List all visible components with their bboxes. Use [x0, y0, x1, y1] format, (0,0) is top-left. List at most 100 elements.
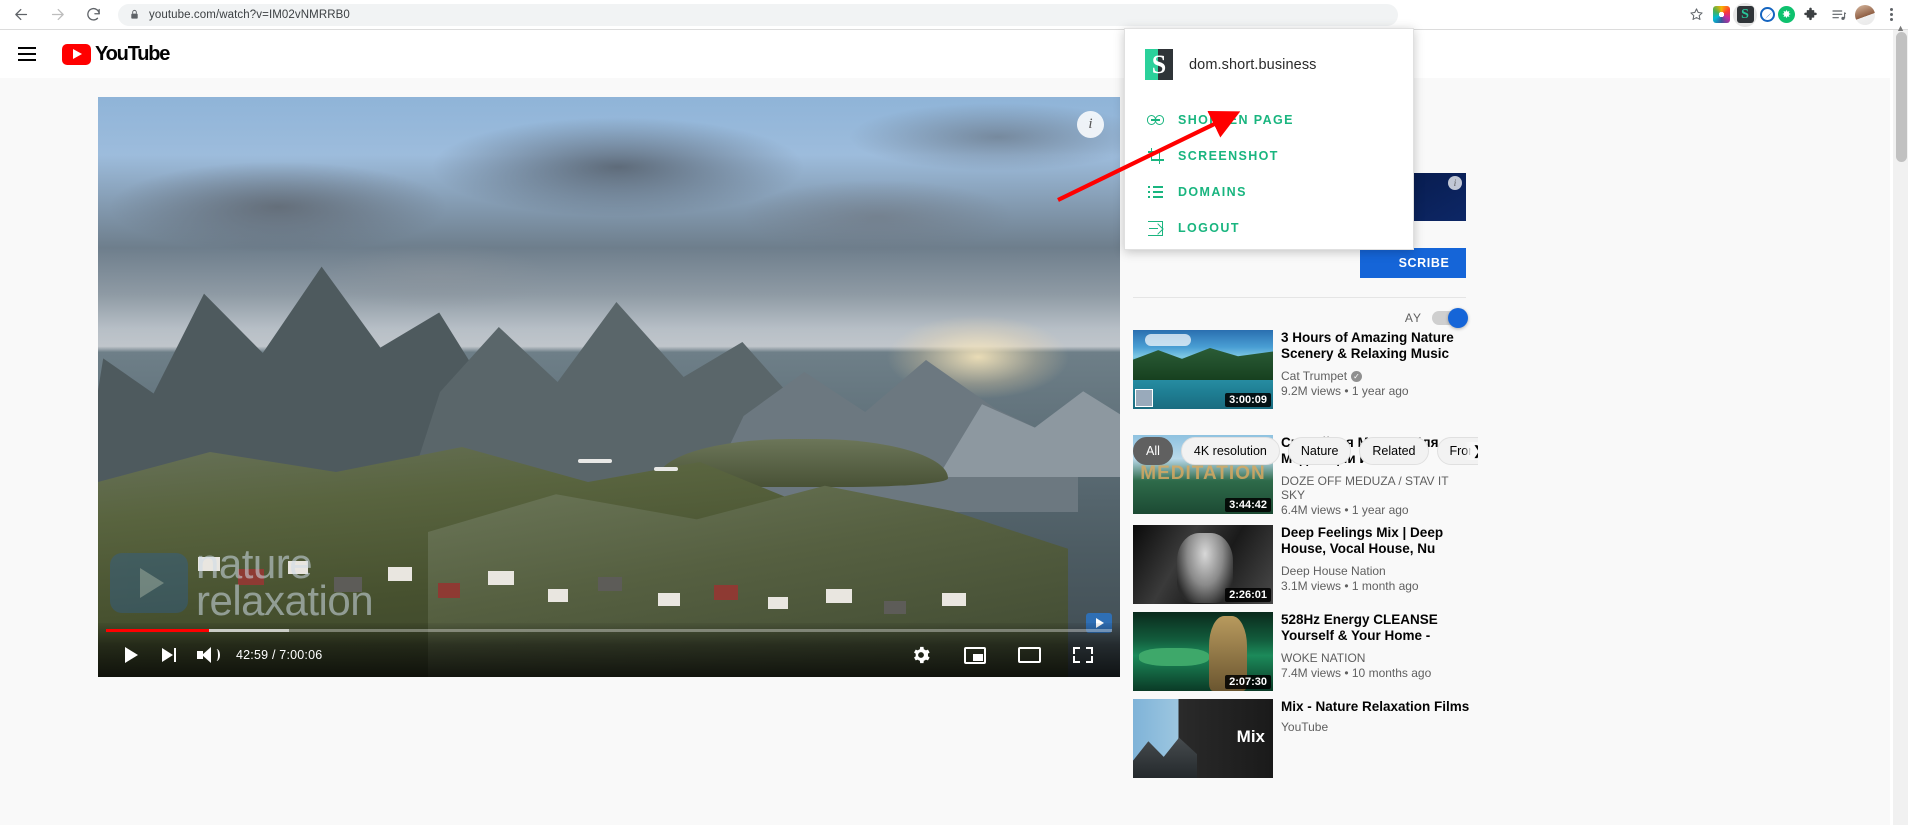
shortener-extension-icon[interactable]: S	[1733, 2, 1757, 27]
list-item[interactable]: 3:00:09 3 Hours of Amazing Nature Scener…	[1133, 330, 1478, 409]
progress-buffered	[208, 629, 290, 632]
autoplay-row: AY	[1330, 306, 1468, 330]
player-right-controls	[902, 636, 1106, 674]
video-title[interactable]: 3 Hours of Amazing Nature Scenery & Rela…	[1281, 330, 1472, 364]
popup-menu: SHORTEN PAGE SCREENSHOT DOMAINS LOGOUT	[1125, 80, 1413, 246]
video-thumbnail[interactable]: 2:26:01	[1133, 525, 1273, 604]
progress-bar[interactable]	[106, 629, 1112, 632]
menu-item-domains[interactable]: DOMAINS	[1147, 174, 1413, 210]
star-icon[interactable]	[1684, 3, 1708, 27]
reload-icon[interactable]	[78, 0, 108, 30]
chip-all[interactable]: All	[1133, 437, 1173, 465]
volume-icon[interactable]	[188, 636, 226, 674]
paw-extension-icon[interactable]: ✸	[1778, 6, 1795, 23]
hamburger-menu-icon[interactable]	[18, 42, 42, 66]
channel-name: DOZE OFF MEDUZA / STAV IT SKY	[1281, 474, 1449, 502]
menu-item-logout[interactable]: LOGOUT	[1147, 210, 1413, 246]
video-duration: 3:44:42	[1225, 498, 1271, 512]
menu-item-shorten-page[interactable]: SHORTEN PAGE	[1147, 102, 1413, 138]
reading-list-icon[interactable]	[1827, 3, 1851, 27]
menu-label: LOGOUT	[1178, 221, 1240, 235]
youtube-logo-text: YouTube	[95, 42, 170, 65]
menu-label: SHORTEN PAGE	[1178, 113, 1294, 127]
url-text: youtube.com/watch?v=IM02vNMRRB0	[149, 8, 350, 21]
extension-popup: S dom.short.business SHORTEN PAGE SCREEN…	[1124, 28, 1414, 250]
youtube-header: YouTube	[0, 30, 1890, 78]
compass-extension-icon[interactable]	[1760, 7, 1775, 22]
chip-related[interactable]: Related	[1359, 437, 1429, 465]
sidebar-divider	[1133, 297, 1466, 298]
video-views: 6.4M views • 1 year ago	[1281, 503, 1409, 517]
theater-mode-icon[interactable]	[1010, 636, 1048, 674]
list-item[interactable]: 2:26:01 Deep Feelings Mix | Deep House, …	[1133, 525, 1478, 604]
youtube-play-icon	[62, 43, 91, 65]
address-bar[interactable]: youtube.com/watch?v=IM02vNMRRB0	[118, 3, 1398, 26]
video-time: 42:59 / 7:00:06	[236, 648, 323, 662]
video-channel[interactable]: Cat Trumpet ✓	[1281, 369, 1472, 383]
chip-nature[interactable]: Nature	[1287, 437, 1352, 465]
browser-actions: S ✸	[1684, 2, 1908, 27]
fullscreen-icon[interactable]	[1064, 636, 1102, 674]
miniplayer-icon[interactable]	[956, 636, 994, 674]
chevron-right-icon[interactable]: ❯	[1464, 442, 1478, 460]
scrollbar-thumb[interactable]	[1896, 32, 1907, 162]
channel-name: Deep House Nation	[1281, 564, 1386, 578]
video-thumbnail[interactable]: Mix	[1133, 699, 1273, 778]
back-arrow-icon[interactable]	[6, 0, 36, 30]
recommended-videos-list: 3:00:09 3 Hours of Amazing Nature Scener…	[1133, 330, 1478, 786]
boat-shape	[578, 459, 612, 463]
lock-icon	[128, 9, 140, 21]
shortener-logo-icon: S	[1736, 6, 1754, 23]
video-thumbnail[interactable]: 3:00:09	[1133, 330, 1273, 409]
channel-watermark: nature relaxation	[110, 537, 470, 629]
video-title[interactable]: 528Hz Energy CLEANSE Yourself & Your Hom…	[1281, 612, 1472, 646]
channel-name: WOKE NATION	[1281, 651, 1366, 665]
puzzle-extensions-icon[interactable]	[1798, 3, 1822, 27]
navigation-buttons	[0, 0, 108, 30]
next-video-icon[interactable]	[150, 636, 188, 674]
thumbnail-overlay-text: Mix	[1236, 727, 1265, 746]
profile-avatar-icon[interactable]	[1853, 3, 1877, 27]
channel-name: Cat Trumpet	[1281, 369, 1348, 383]
list-item[interactable]: Mix Mix - Nature Relaxation Films YouTub…	[1133, 699, 1478, 778]
video-title[interactable]: Deep Feelings Mix | Deep House, Vocal Ho…	[1281, 525, 1472, 559]
video-channel[interactable]: DOZE OFF MEDUZA / STAV IT SKY	[1281, 474, 1472, 502]
video-duration: 2:26:01	[1225, 588, 1271, 602]
play-icon[interactable]	[112, 636, 150, 674]
popup-domain-text: dom.short.business	[1189, 56, 1317, 73]
filter-chips: All 4K resolution Nature Related From ❯	[1133, 437, 1478, 465]
video-views: 9.2M views • 1 year ago	[1281, 384, 1409, 398]
subscribe-button[interactable]: SCRIBE	[1360, 248, 1466, 278]
video-channel[interactable]: YouTube	[1281, 720, 1472, 734]
video-channel[interactable]: WOKE NATION	[1281, 651, 1472, 665]
info-icon[interactable]: i	[1077, 111, 1104, 138]
player-controls: 42:59 / 7:00:06	[98, 623, 1120, 677]
channel-badge-icon	[1135, 389, 1153, 407]
browser-toolbar: youtube.com/watch?v=IM02vNMRRB0 S ✸	[0, 0, 1908, 30]
video-duration: 3:00:09	[1225, 393, 1271, 407]
youtube-logo[interactable]: YouTube	[62, 42, 170, 66]
video-player[interactable]: nature relaxation i 42:59 / 7:00:06	[98, 97, 1120, 677]
info-icon[interactable]: i	[1448, 176, 1462, 190]
forward-arrow-icon[interactable]	[42, 0, 72, 30]
chip-4k-resolution[interactable]: 4K resolution	[1180, 437, 1280, 465]
watermark-play-icon	[110, 553, 188, 613]
extension-icons: S ✸	[1710, 2, 1825, 27]
verified-icon: ✓	[1351, 370, 1363, 382]
video-views: 7.4M views • 10 months ago	[1281, 666, 1432, 680]
video-channel[interactable]: Deep House Nation	[1281, 564, 1472, 578]
list-item[interactable]: 2:07:30 528Hz Energy CLEANSE Yourself & …	[1133, 612, 1478, 691]
autoplay-toggle[interactable]	[1432, 308, 1468, 328]
link-icon	[1147, 112, 1164, 129]
page-scrollbar[interactable]: ▲	[1893, 23, 1908, 825]
video-duration: 2:07:30	[1225, 675, 1271, 689]
menu-label: SCREENSHOT	[1178, 149, 1279, 163]
video-thumbnail[interactable]: 2:07:30	[1133, 612, 1273, 691]
settings-gear-icon[interactable]	[902, 636, 940, 674]
logout-icon	[1147, 220, 1164, 237]
menu-item-screenshot[interactable]: SCREENSHOT	[1147, 138, 1413, 174]
thumbnail-overlay-text: MEDITATION	[1140, 463, 1266, 484]
photo-extension-icon[interactable]	[1713, 6, 1730, 23]
popup-header: S dom.short.business	[1125, 29, 1413, 80]
video-title[interactable]: Mix - Nature Relaxation Films	[1281, 699, 1472, 715]
